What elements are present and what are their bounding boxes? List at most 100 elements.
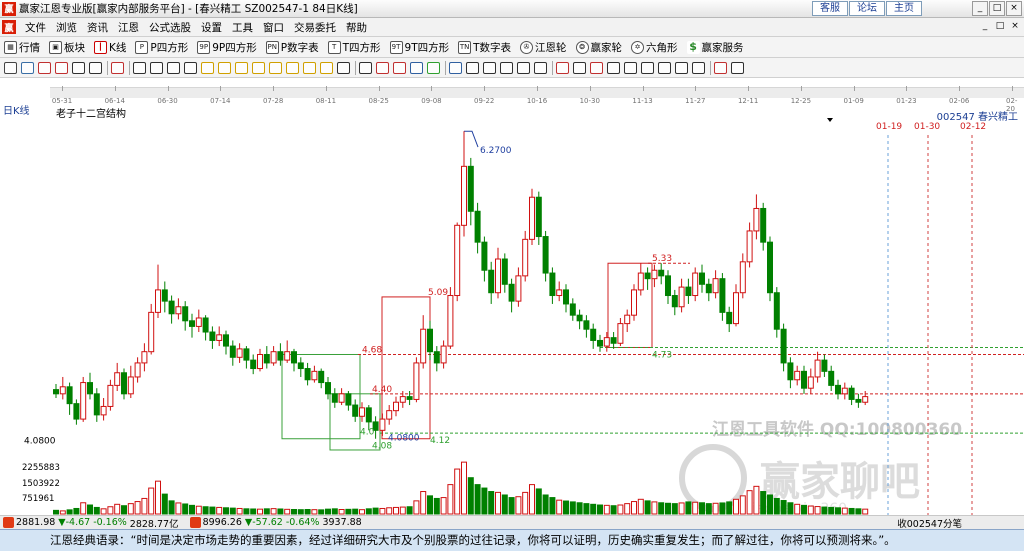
candle-body	[467, 165, 474, 212]
menu-tools[interactable]: 工具	[227, 20, 258, 35]
toolbar-gann-wheel[interactable]: ✇ 江恩轮	[520, 40, 567, 55]
chart-icon[interactable]	[573, 62, 586, 74]
tick-detail-label[interactable]: 收002547分笔	[897, 516, 962, 530]
grid-tool-icon[interactable]	[38, 62, 51, 74]
window-icon[interactable]	[500, 62, 513, 74]
line-icon[interactable]	[624, 62, 637, 74]
volume-bar	[406, 506, 413, 515]
time-axis-tick	[642, 86, 644, 91]
chevron-down-icon[interactable]	[827, 118, 833, 122]
candle-body	[107, 384, 114, 407]
volume-bar	[835, 507, 841, 515]
print-icon[interactable]	[483, 62, 496, 74]
toolbar-p-number-table[interactable]: PN P数字表	[265, 40, 319, 55]
menu-settings[interactable]: 设置	[196, 20, 227, 35]
menu-trading[interactable]: 交易委托	[289, 20, 341, 35]
volume-bar	[393, 506, 399, 515]
shanghai-index-icon[interactable]	[3, 517, 14, 528]
zoom-icon[interactable]	[21, 62, 34, 74]
diamond-icon[interactable]	[201, 62, 214, 74]
volume-bar	[597, 504, 603, 515]
toolbar-t-number-table[interactable]: TN T数字表	[458, 40, 511, 55]
menu-file[interactable]: 文件	[20, 20, 51, 35]
volume-bar	[637, 498, 644, 515]
menu-news[interactable]: 资讯	[82, 20, 113, 35]
diamond-icon[interactable]	[252, 62, 265, 74]
palette-icon[interactable]	[427, 62, 440, 74]
volume-bar	[556, 499, 563, 515]
text-icon[interactable]	[692, 62, 705, 74]
kline-chart[interactable]: 江恩工具软件 QQ:100800360 赢家聊吧 liaoba.vip.360 …	[0, 105, 1024, 515]
menu-browse[interactable]: 浏览	[51, 20, 82, 35]
homepage-link[interactable]: 主页	[886, 1, 922, 16]
toolbar-9t-square[interactable]: 9T 9T四方形	[389, 40, 449, 55]
flag-icon[interactable]	[111, 62, 124, 74]
bars-icon[interactable]	[675, 62, 688, 74]
next-icon[interactable]	[167, 62, 180, 74]
diamond-icon[interactable]	[218, 62, 231, 74]
pie-icon[interactable]	[714, 62, 727, 74]
maximize-button[interactable]: □	[989, 1, 1005, 16]
last-icon[interactable]	[184, 62, 197, 74]
menu-window[interactable]: 窗口	[258, 20, 289, 35]
diamond-icon[interactable]	[286, 62, 299, 74]
dropdown-icon[interactable]	[89, 62, 102, 74]
first-icon[interactable]	[133, 62, 146, 74]
time-axis-tick	[906, 86, 908, 91]
cursor-icon[interactable]	[4, 62, 17, 74]
list-icon[interactable]	[337, 62, 350, 74]
toolbar-label: T数字表	[473, 41, 512, 54]
diamond-icon[interactable]	[320, 62, 333, 74]
candle-body	[223, 334, 229, 347]
bar-icon[interactable]	[556, 62, 569, 74]
volume-bar	[671, 503, 678, 515]
calendar-icon[interactable]	[449, 62, 462, 74]
bars-icon[interactable]	[658, 62, 671, 74]
toolbar-t-square[interactable]: T T四方形	[327, 40, 381, 55]
mdi-restore-button[interactable]: □	[993, 20, 1007, 33]
minimize-button[interactable]: _	[972, 1, 988, 16]
time-axis-tick	[431, 86, 433, 91]
forum-link[interactable]: 论坛	[849, 1, 885, 16]
menu-help[interactable]: 帮助	[341, 20, 372, 35]
close-button[interactable]: ×	[1006, 1, 1022, 16]
prev-icon[interactable]	[150, 62, 163, 74]
toolbar-kline[interactable]: ┃ K线	[94, 40, 126, 55]
toolbar-hexagon[interactable]: ✡ 六角形	[631, 40, 678, 55]
disk-icon[interactable]	[466, 62, 479, 74]
candle-body	[331, 393, 338, 403]
toolbar-sectors[interactable]: ▣ 板块	[49, 40, 85, 55]
candle-body	[855, 398, 862, 403]
diamond-icon[interactable]	[235, 62, 248, 74]
customer-service-link[interactable]: 客服	[812, 1, 848, 16]
toolbar-service[interactable]: $ 赢家服务	[686, 40, 744, 55]
hand-icon[interactable]	[359, 62, 372, 74]
mountain-icon[interactable]	[607, 62, 620, 74]
diamond-icon[interactable]	[303, 62, 316, 74]
document-icon[interactable]: 赢	[2, 20, 16, 34]
volume-axis-label: 751961	[22, 494, 54, 504]
volume-bar	[508, 497, 515, 515]
mdi-minimize-button[interactable]: _	[978, 20, 992, 33]
menu-gann[interactable]: 江恩	[113, 20, 144, 35]
kline-tool-icon[interactable]	[72, 62, 85, 74]
mdi-close-button[interactable]: ×	[1008, 20, 1022, 33]
diamond-icon[interactable]	[269, 62, 282, 74]
menu-formula-screener[interactable]: 公式选股	[144, 20, 196, 35]
toolbar-winner-wheel[interactable]: ❂ 赢家轮	[575, 40, 622, 55]
infinity-icon[interactable]	[731, 62, 744, 74]
car-icon[interactable]	[517, 62, 530, 74]
bar-tool-icon[interactable]	[55, 62, 68, 74]
shenzhen-index-icon[interactable]	[189, 517, 201, 528]
toolbar-9p-square[interactable]: 9P 9P四方形	[197, 40, 257, 55]
level-label: 5.33	[652, 254, 672, 264]
refresh-icon[interactable]	[410, 62, 423, 74]
table-icon[interactable]	[534, 62, 547, 74]
arrow-icon[interactable]	[393, 62, 406, 74]
toolbar-p-square[interactable]: P P四方形	[135, 40, 188, 55]
pencil-icon[interactable]	[376, 62, 389, 74]
candle-body	[685, 286, 692, 297]
percent-icon[interactable]	[590, 62, 603, 74]
line-icon[interactable]	[641, 62, 654, 74]
toolbar-quotes[interactable]: ▦ 行情	[4, 40, 40, 55]
